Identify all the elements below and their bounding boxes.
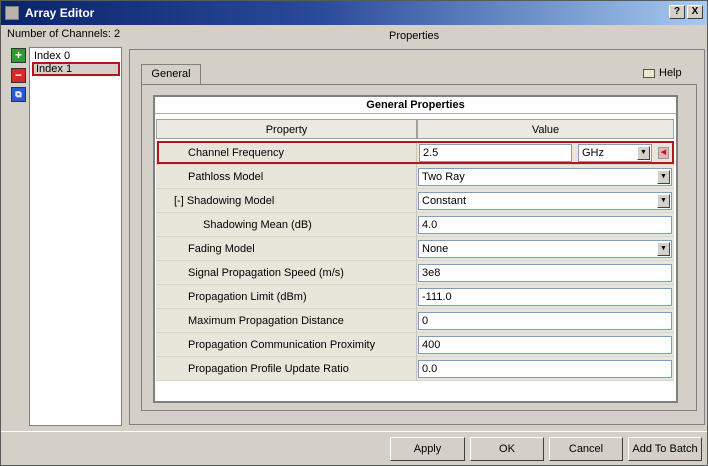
property-value-cell: 4.0	[417, 213, 674, 237]
add-to-batch-button[interactable]: Add To Batch	[628, 437, 702, 461]
row-pathloss-model: Pathloss Model Two Ray ▼	[156, 165, 674, 189]
chevron-down-icon: ▼	[657, 170, 670, 184]
row-shadowing-mean: Shadowing Mean (dB) 4.0	[156, 213, 674, 237]
property-name: Signal Propagation Speed (m/s)	[156, 261, 417, 285]
duplicate-channel-button[interactable]: ⧉	[11, 87, 26, 102]
propagation-communication-proximity-input[interactable]: 400	[418, 336, 672, 354]
channel-item-index-1[interactable]: Index 1	[32, 62, 120, 76]
pathloss-model-select[interactable]: Two Ray ▼	[418, 168, 672, 186]
property-value-cell: 0	[417, 309, 674, 333]
tab-general[interactable]: General	[141, 64, 201, 84]
property-value-cell: Constant ▼	[417, 189, 674, 213]
property-name: Shadowing Mean (dB)	[156, 213, 417, 237]
ok-button[interactable]: OK	[470, 437, 544, 461]
collapse-arrow-icon[interactable]: ◀	[658, 147, 669, 159]
maximum-propagation-distance-input[interactable]: 0	[418, 312, 672, 330]
chevron-down-icon: ▼	[657, 242, 670, 256]
book-icon	[643, 68, 655, 78]
channel-item-index-0[interactable]: Index 0	[32, 49, 120, 63]
property-name: Maximum Propagation Distance	[156, 309, 417, 333]
signal-propagation-speed-input[interactable]: 3e8	[418, 264, 672, 282]
shadowing-model-select[interactable]: Constant ▼	[418, 192, 672, 210]
column-header-value: Value	[417, 119, 674, 139]
channel-count-label: Number of Channels: 2	[7, 28, 121, 40]
propagation-limit-input[interactable]: -111.0	[418, 288, 672, 306]
row-fading-model: Fading Model None ▼	[156, 237, 674, 261]
help-title-button[interactable]: ?	[669, 5, 685, 19]
shadowing-model-value: Constant	[422, 195, 467, 207]
add-channel-button[interactable]: +	[11, 48, 26, 63]
property-value-cell: Two Ray ▼	[417, 165, 674, 189]
remove-channel-button[interactable]: −	[11, 68, 26, 83]
row-propagation-profile-update-ratio: Propagation Profile Update Ratio 0.0	[156, 357, 674, 381]
window-title: Array Editor	[25, 6, 95, 20]
property-name: Channel Frequency	[156, 141, 417, 165]
property-name-expandable[interactable]: [-] Shadowing Model	[156, 189, 417, 213]
property-name: Pathloss Model	[156, 165, 417, 189]
column-header-property: Property	[156, 119, 417, 139]
general-properties-title: General Properties	[155, 97, 676, 114]
property-value-cell: 2.5 GHz ▼ ◀	[417, 141, 674, 165]
property-value-cell: 400	[417, 333, 674, 357]
property-name: Propagation Communication Proximity	[156, 333, 417, 357]
apply-button[interactable]: Apply	[390, 437, 465, 461]
property-name: Fading Model	[156, 237, 417, 261]
fading-model-select[interactable]: None ▼	[418, 240, 672, 258]
row-shadowing-model: [-] Shadowing Model Constant ▼	[156, 189, 674, 213]
property-value-cell: None ▼	[417, 237, 674, 261]
property-name: Propagation Limit (dBm)	[156, 285, 417, 309]
property-value-cell: 3e8	[417, 261, 674, 285]
pathloss-model-value: Two Ray	[422, 171, 465, 183]
row-signal-propagation-speed: Signal Propagation Speed (m/s) 3e8	[156, 261, 674, 285]
close-button[interactable]: X	[687, 5, 703, 19]
frequency-unit-value: GHz	[582, 147, 604, 159]
help-link-label: Help	[659, 67, 682, 79]
window-icon	[5, 6, 19, 20]
array-editor-window: Array Editor ? X Number of Channels: 2 P…	[0, 0, 708, 466]
title-bar[interactable]: Array Editor ? X	[1, 1, 707, 25]
chevron-down-icon: ▼	[657, 194, 670, 208]
frequency-unit-select[interactable]: GHz ▼	[578, 144, 652, 162]
properties-heading: Properties	[389, 30, 440, 42]
row-channel-frequency: Channel Frequency 2.5 GHz ▼ ◀	[156, 141, 674, 165]
row-maximum-propagation-distance: Maximum Propagation Distance 0	[156, 309, 674, 333]
propagation-profile-update-ratio-input[interactable]: 0.0	[418, 360, 672, 378]
help-link[interactable]: Help	[643, 67, 682, 79]
shadowing-mean-input[interactable]: 4.0	[418, 216, 672, 234]
property-value-cell: -111.0	[417, 285, 674, 309]
channel-frequency-input[interactable]: 2.5	[419, 144, 572, 162]
row-propagation-limit: Propagation Limit (dBm) -111.0	[156, 285, 674, 309]
cancel-button[interactable]: Cancel	[549, 437, 623, 461]
property-name: Propagation Profile Update Ratio	[156, 357, 417, 381]
chevron-down-icon: ▼	[637, 146, 650, 160]
property-value-cell: 0.0	[417, 357, 674, 381]
channel-list[interactable]: Index 0 Index 1	[29, 47, 122, 426]
row-propagation-communication-proximity: Propagation Communication Proximity 400	[156, 333, 674, 357]
fading-model-value: None	[422, 243, 449, 255]
